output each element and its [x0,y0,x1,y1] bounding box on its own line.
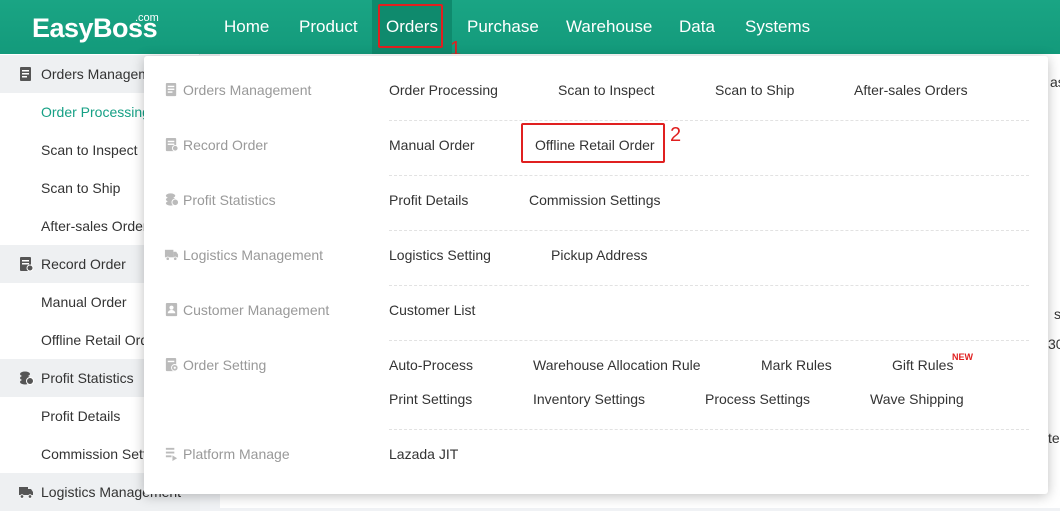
profit-icon [165,193,179,207]
sidebar-group-label: Profit Statistics [41,370,134,386]
menu-category-label: Logistics Management [183,247,324,263]
menu-link-wave-shipping[interactable]: Wave Shipping [870,389,964,409]
truck-icon [19,487,33,499]
nav-purchase[interactable]: Purchase [467,0,539,54]
nav-orders[interactable]: Orders [372,0,452,54]
top-nav-bar: EasyBoss .com Home Product Orders Purcha… [0,0,1060,54]
menu-link-scan-to-ship[interactable]: Scan to Ship [715,80,794,100]
menu-link-inventory-settings[interactable]: Inventory Settings [533,389,645,409]
menu-link-commission-settings[interactable]: Commission Settings [529,190,661,210]
orders-icon [20,67,31,81]
truck-icon [164,249,179,261]
step-2-annotation: 2 [670,124,682,146]
orders-dropdown-menu: Orders Management Order Processing Scan … [144,56,1048,494]
menu-link-pickup-address[interactable]: Pickup Address [551,245,648,265]
menu-divider [389,175,1029,176]
menu-category-label: Customer Management [183,302,330,318]
menu-link-process-settings[interactable]: Process Settings [705,389,810,409]
main-fragment: as [1050,74,1060,90]
customer-icon [165,302,178,317]
menu-category-label: Profit Statistics [183,192,276,208]
new-badge: NEW [952,352,973,362]
setting-icon [165,357,179,372]
menu-link-offline-retail-order[interactable]: Offline Retail Order [535,135,655,155]
menu-link-warehouse-allocation-rule[interactable]: Warehouse Allocation Rule [533,355,701,375]
nav-data[interactable]: Data [679,0,715,54]
record-icon [20,257,34,272]
menu-link-scan-to-inspect[interactable]: Scan to Inspect [558,80,655,100]
nav-warehouse[interactable]: Warehouse [566,0,652,54]
menu-link-lazada-jit[interactable]: Lazada JIT [389,444,458,464]
brand-logo-suffix: .com [135,12,159,24]
menu-link-customer-list[interactable]: Customer List [389,300,475,320]
main-fragment: s [1054,306,1060,322]
main-fragment: 30 [1048,336,1060,352]
menu-link-gift-rules[interactable]: Gift Rules [892,355,953,375]
orders-icon [165,82,177,97]
menu-category-label: Record Order [183,137,268,153]
record-icon [165,137,179,152]
menu-divider [389,429,1029,430]
menu-category-label: Orders Management [183,82,312,98]
sidebar-group-label: Record Order [41,256,126,272]
menu-link-logistics-setting[interactable]: Logistics Setting [389,245,491,265]
menu-divider [389,120,1029,121]
menu-category-label: Platform Manage [183,446,290,462]
profit-icon [20,371,34,385]
menu-link-manual-order[interactable]: Manual Order [389,135,475,155]
platform-icon [165,447,178,461]
menu-link-print-settings[interactable]: Print Settings [389,389,472,409]
menu-divider [389,340,1029,341]
menu-divider [389,230,1029,231]
menu-divider [389,285,1029,286]
nav-product[interactable]: Product [299,0,358,54]
menu-link-mark-rules[interactable]: Mark Rules [761,355,832,375]
menu-link-auto-process[interactable]: Auto-Process [389,355,473,375]
menu-link-after-sales-orders[interactable]: After-sales Orders [854,80,968,100]
nav-systems[interactable]: Systems [745,0,810,54]
menu-link-order-processing[interactable]: Order Processing [389,80,498,100]
nav-home[interactable]: Home [224,0,269,54]
main-fragment: te [1048,430,1060,446]
menu-link-profit-details[interactable]: Profit Details [389,190,468,210]
menu-category-label: Order Setting [183,357,267,373]
